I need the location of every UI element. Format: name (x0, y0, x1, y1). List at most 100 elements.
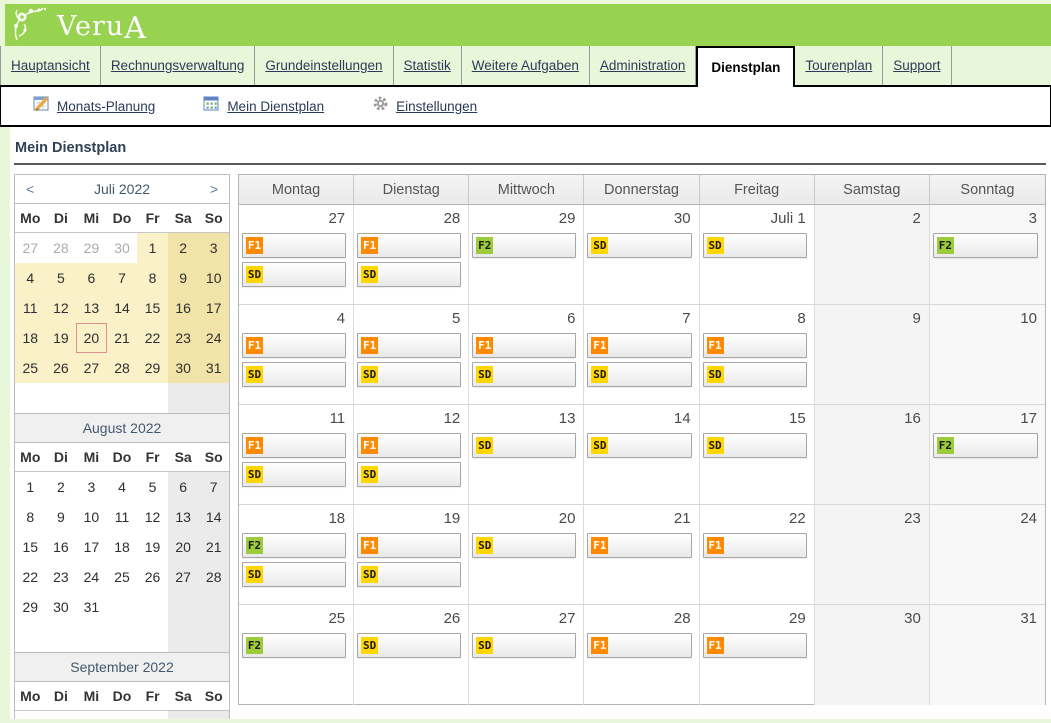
mini-day[interactable]: 3 (76, 472, 107, 502)
mini-day[interactable]: 2 (168, 233, 199, 263)
shift-entry[interactable]: SD (703, 433, 807, 458)
mini-day[interactable]: 24 (76, 562, 107, 592)
mini-day[interactable]: 16 (168, 293, 199, 323)
mini-day[interactable]: 16 (46, 532, 77, 562)
mini-day[interactable]: 18 (107, 532, 138, 562)
mini-day[interactable]: 2 (46, 472, 77, 502)
mini-day[interactable]: 22 (137, 323, 168, 353)
toolbar-item-monats-planung[interactable]: Monats-Planung (33, 95, 155, 117)
mini-day[interactable]: 27 (168, 562, 199, 592)
mini-day[interactable]: 21 (198, 532, 229, 562)
shift-entry[interactable]: SD (703, 233, 807, 258)
toolbar-item-einstellungen[interactable]: Einstellungen (372, 95, 477, 117)
shift-entry[interactable]: SD (587, 362, 691, 387)
mini-day[interactable]: 19 (137, 532, 168, 562)
next-month-button[interactable]: > (199, 181, 229, 197)
tab-hauptansicht[interactable]: Hauptansicht (0, 46, 101, 85)
shift-entry[interactable]: SD (472, 533, 576, 558)
mini-day[interactable]: 15 (15, 532, 46, 562)
shift-entry[interactable]: SD (472, 633, 576, 658)
shift-entry[interactable]: SD (472, 433, 576, 458)
shift-entry[interactable]: SD (357, 362, 461, 387)
mini-day[interactable]: 9 (168, 263, 199, 293)
mini-day[interactable]: 4 (107, 472, 138, 502)
mini-day[interactable]: 28 (46, 233, 77, 263)
mini-day[interactable]: 29 (15, 592, 46, 622)
shift-entry[interactable]: F1 (357, 333, 461, 358)
mini-day[interactable]: 7 (198, 472, 229, 502)
mini-day[interactable]: 12 (137, 502, 168, 532)
mini-day[interactable]: 4 (198, 711, 229, 719)
mini-day[interactable]: 14 (198, 502, 229, 532)
shift-entry[interactable]: F1 (357, 433, 461, 458)
shift-entry[interactable]: F1 (242, 333, 346, 358)
shift-entry[interactable]: F2 (242, 633, 346, 658)
tab-tourenplan[interactable]: Tourenplan (795, 46, 883, 85)
shift-entry[interactable]: F1 (242, 433, 346, 458)
shift-entry[interactable]: SD (242, 562, 346, 587)
mini-day[interactable]: 17 (198, 293, 229, 323)
shift-entry[interactable]: F1 (587, 533, 691, 558)
tab-weitere-aufgaben[interactable]: Weitere Aufgaben (462, 46, 590, 85)
shift-entry[interactable]: SD (242, 362, 346, 387)
mini-day[interactable]: 26 (137, 562, 168, 592)
mini-day[interactable]: 20 (76, 323, 107, 353)
shift-entry[interactable]: F2 (472, 233, 576, 258)
toolbar-item-mein-dienstplan[interactable]: Mein Dienstplan (203, 95, 324, 117)
shift-entry[interactable]: SD (703, 362, 807, 387)
shift-entry[interactable]: F2 (933, 233, 1038, 258)
shift-entry[interactable]: F1 (703, 533, 807, 558)
mini-day[interactable]: 8 (137, 263, 168, 293)
mini-day[interactable]: 1 (107, 711, 138, 719)
mini-day[interactable]: 10 (198, 263, 229, 293)
prev-month-button[interactable]: < (15, 181, 45, 197)
mini-day[interactable]: 22 (15, 562, 46, 592)
mini-day[interactable]: 1 (137, 233, 168, 263)
mini-day[interactable]: 23 (168, 323, 199, 353)
shift-entry[interactable]: SD (587, 233, 691, 258)
mini-day[interactable]: 19 (46, 323, 77, 353)
mini-day[interactable]: 6 (76, 263, 107, 293)
shift-entry[interactable]: SD (587, 433, 691, 458)
mini-day[interactable]: 3 (168, 711, 199, 719)
mini-day[interactable]: 30 (46, 592, 77, 622)
mini-day[interactable]: 29 (137, 353, 168, 383)
shift-entry[interactable]: SD (357, 262, 461, 287)
mini-day[interactable]: 2 (137, 711, 168, 719)
mini-day[interactable]: 27 (76, 353, 107, 383)
mini-day[interactable]: 13 (168, 502, 199, 532)
mini-day[interactable]: 15 (137, 293, 168, 323)
shift-entry[interactable]: SD (242, 462, 346, 487)
mini-day[interactable]: 13 (76, 293, 107, 323)
mini-day[interactable]: 24 (198, 323, 229, 353)
tab-dienstplan[interactable]: Dienstplan (696, 46, 795, 87)
mini-day[interactable]: 28 (107, 353, 138, 383)
mini-day[interactable]: 31 (198, 353, 229, 383)
tab-support[interactable]: Support (883, 46, 951, 85)
mini-day[interactable]: 14 (107, 293, 138, 323)
shift-entry[interactable]: F2 (933, 433, 1038, 458)
mini-day[interactable]: 7 (107, 263, 138, 293)
tab-rechnungsverwaltung[interactable]: Rechnungsverwaltung (101, 46, 256, 85)
mini-day[interactable]: 27 (15, 233, 46, 263)
shift-entry[interactable]: F1 (472, 333, 576, 358)
mini-day[interactable]: 21 (107, 323, 138, 353)
shift-entry[interactable]: F1 (703, 633, 807, 658)
shift-entry[interactable]: SD (357, 462, 461, 487)
shift-entry[interactable]: F1 (357, 533, 461, 558)
mini-day[interactable]: 11 (107, 502, 138, 532)
shift-entry[interactable]: F1 (357, 233, 461, 258)
shift-entry[interactable]: SD (357, 562, 461, 587)
shift-entry[interactable]: F1 (587, 333, 691, 358)
shift-entry[interactable]: F1 (242, 233, 346, 258)
shift-entry[interactable]: SD (242, 262, 346, 287)
mini-day[interactable]: 6 (168, 472, 199, 502)
mini-day[interactable]: 12 (46, 293, 77, 323)
shift-entry[interactable]: F2 (242, 533, 346, 558)
mini-day[interactable]: 26 (46, 353, 77, 383)
mini-day[interactable]: 3 (198, 233, 229, 263)
mini-day[interactable]: 4 (15, 263, 46, 293)
shift-entry[interactable]: SD (472, 362, 576, 387)
mini-day[interactable]: 29 (76, 233, 107, 263)
shift-entry[interactable]: F1 (703, 333, 807, 358)
